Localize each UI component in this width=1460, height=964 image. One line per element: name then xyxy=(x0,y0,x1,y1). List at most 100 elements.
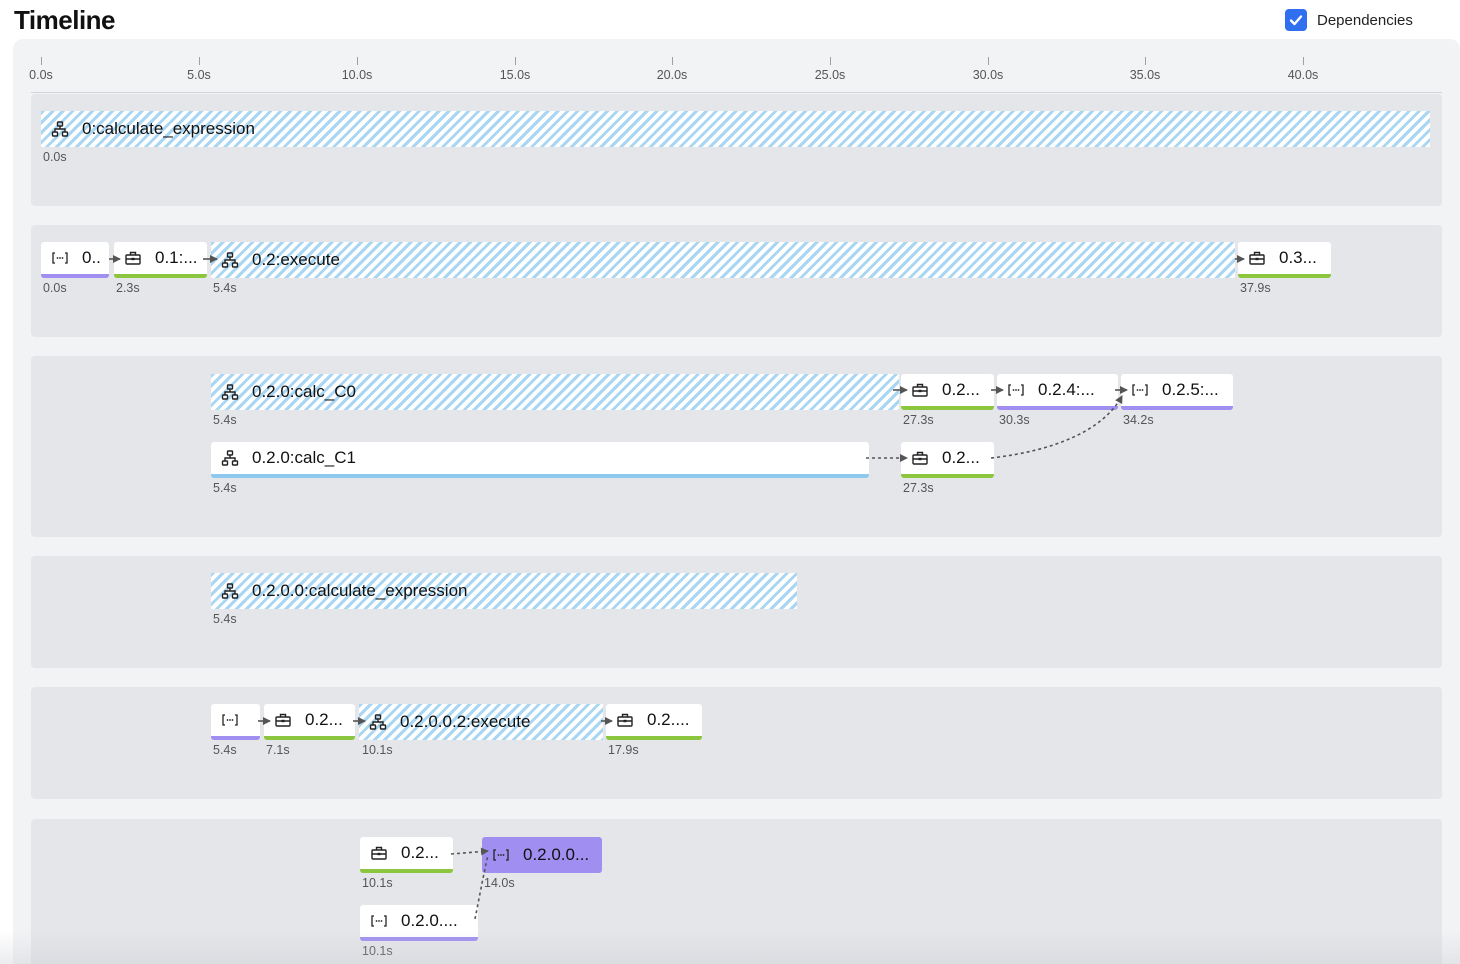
timeline-lane: 0.2.0:calc_C0 5.4s 0.2... 27.3s 0.2.4:..… xyxy=(31,356,1442,537)
task-start-time: 0.0s xyxy=(43,281,67,295)
axis-tick-label: 30.0s xyxy=(972,68,1004,82)
task-bar[interactable]: 0.2:execute xyxy=(211,242,1235,278)
task-start-time: 5.4s xyxy=(213,743,237,757)
task-bar[interactable]: 0.3... xyxy=(1238,242,1331,278)
task-start-time: 27.3s xyxy=(903,413,934,427)
toolbox-icon xyxy=(123,249,143,267)
axis-tick-label: 0.0s xyxy=(29,68,53,82)
toolbox-icon xyxy=(369,844,389,862)
workflow-icon xyxy=(368,713,388,731)
timeline-lane: 0.2.0.0:calculate_expression 5.4s xyxy=(31,556,1442,668)
checkmark-icon xyxy=(1289,15,1303,26)
task-start-time: 2.3s xyxy=(116,281,140,295)
axis-tick xyxy=(1303,57,1304,65)
code-brackets-icon xyxy=(491,846,511,864)
task-bar[interactable]: 0.2... xyxy=(901,374,994,410)
code-brackets-icon xyxy=(1130,381,1150,399)
task-start-time: 5.4s xyxy=(213,281,237,295)
timeline-lane: 0.2... 10.1s 0.2.0.0... 14.0s 0.2.0.... … xyxy=(31,819,1442,964)
task-start-time: 5.4s xyxy=(213,612,237,626)
task-start-time: 17.9s xyxy=(608,743,639,757)
task-bar[interactable]: 0.2.... xyxy=(606,704,702,740)
code-brackets-icon xyxy=(220,711,240,729)
task-start-time: 5.4s xyxy=(213,413,237,427)
workflow-icon xyxy=(220,449,240,467)
task-bar[interactable]: 0.2.4:... xyxy=(997,374,1118,410)
axis-tick xyxy=(672,57,673,65)
timeline-lane: 0:calculate_expression 0.0s xyxy=(31,94,1442,206)
toolbox-icon xyxy=(273,711,293,729)
task-label: 0.. xyxy=(82,248,101,267)
task-label: 0.2.5:... xyxy=(1162,380,1219,399)
task-label: 0.2.... xyxy=(647,710,690,729)
task-label: 0.2.4:... xyxy=(1038,380,1095,399)
toolbox-icon xyxy=(1247,249,1267,267)
toolbox-icon xyxy=(910,381,930,399)
task-start-time: 27.3s xyxy=(903,481,934,495)
axis-tick-label: 10.0s xyxy=(341,68,373,82)
task-bar[interactable] xyxy=(211,704,260,740)
dependencies-checkbox[interactable] xyxy=(1285,9,1307,31)
code-brackets-icon xyxy=(50,249,70,267)
timeline-lane: 0.. 0.0s 0.1:... 2.3s 0.2:execute 5.4s 0… xyxy=(31,225,1442,337)
axis-tick xyxy=(515,57,516,65)
axis-tick-label: 40.0s xyxy=(1287,68,1319,82)
task-start-time: 0.0s xyxy=(43,150,67,164)
task-bar[interactable]: 0.2... xyxy=(901,442,994,478)
task-bar[interactable]: 0.. xyxy=(41,242,109,278)
workflow-icon xyxy=(220,582,240,600)
axis-tick xyxy=(357,57,358,65)
axis-tick-label: 5.0s xyxy=(187,68,211,82)
task-start-time: 5.4s xyxy=(213,481,237,495)
timeline-lane: 5.4s 0.2... 7.1s 0.2.0.0.2:execute 10.1s… xyxy=(31,687,1442,799)
workflow-icon xyxy=(220,383,240,401)
task-start-time: 10.1s xyxy=(362,876,393,890)
code-brackets-icon xyxy=(1006,381,1026,399)
axis-tick-label: 35.0s xyxy=(1129,68,1161,82)
task-bar-selected[interactable]: 0.2.0.0... xyxy=(482,837,602,873)
workflow-icon xyxy=(220,251,240,269)
task-label: 0.2.0.0... xyxy=(523,845,590,864)
task-label: 0.2... xyxy=(305,710,343,729)
task-bar[interactable]: 0.1:... xyxy=(114,242,207,278)
toolbox-icon xyxy=(910,449,930,467)
timeline-panel[interactable]: 0.0s 5.0s 10.0s 15.0s 20.0s 25.0s 30.0s … xyxy=(13,39,1460,964)
axis-tick xyxy=(41,57,42,65)
dependencies-toggle[interactable]: Dependencies xyxy=(1285,9,1413,31)
task-bar[interactable]: 0.2.0:calc_C1 xyxy=(211,442,869,478)
task-bar[interactable]: 0.2.5:... xyxy=(1121,374,1233,410)
task-label: 0.1:... xyxy=(155,248,198,267)
axis-tick-label: 20.0s xyxy=(656,68,688,82)
task-label: 0.2.0.0:calculate_expression xyxy=(252,581,468,600)
task-start-time: 10.1s xyxy=(362,944,393,958)
task-start-time: 7.1s xyxy=(266,743,290,757)
time-axis: 0.0s 5.0s 10.0s 15.0s 20.0s 25.0s 30.0s … xyxy=(29,55,1442,93)
task-bar[interactable]: 0.2... xyxy=(360,837,453,873)
task-label: 0.2.0:calc_C0 xyxy=(252,382,356,401)
task-bar[interactable]: 0.2.0.0.2:execute xyxy=(359,704,603,740)
task-label: 0:calculate_expression xyxy=(82,119,255,138)
task-start-time: 37.9s xyxy=(1240,281,1271,295)
task-start-time: 34.2s xyxy=(1123,413,1154,427)
task-start-time: 10.1s xyxy=(362,743,393,757)
code-brackets-icon xyxy=(369,912,389,930)
task-label: 0.2... xyxy=(942,448,980,467)
task-bar[interactable]: 0:calculate_expression xyxy=(41,111,1430,147)
dependencies-label: Dependencies xyxy=(1317,11,1413,29)
task-bar[interactable]: 0.2.0.... xyxy=(360,905,478,941)
task-label: 0.3... xyxy=(1279,248,1317,267)
task-start-time: 30.3s xyxy=(999,413,1030,427)
axis-tick xyxy=(830,57,831,65)
task-bar[interactable]: 0.2... xyxy=(264,704,355,740)
toolbox-icon xyxy=(615,711,635,729)
task-bar[interactable]: 0.2.0.0:calculate_expression xyxy=(211,573,797,609)
task-label: 0.2... xyxy=(942,380,980,399)
workflow-icon xyxy=(50,120,70,138)
axis-tick xyxy=(1145,57,1146,65)
task-label: 0.2.0.... xyxy=(401,911,458,930)
task-label: 0.2.0:calc_C1 xyxy=(252,448,356,467)
header: Timeline Dependencies xyxy=(0,0,1460,40)
task-bar[interactable]: 0.2.0:calc_C0 xyxy=(211,374,899,410)
axis-tick-label: 25.0s xyxy=(814,68,846,82)
task-start-time: 14.0s xyxy=(484,876,515,890)
